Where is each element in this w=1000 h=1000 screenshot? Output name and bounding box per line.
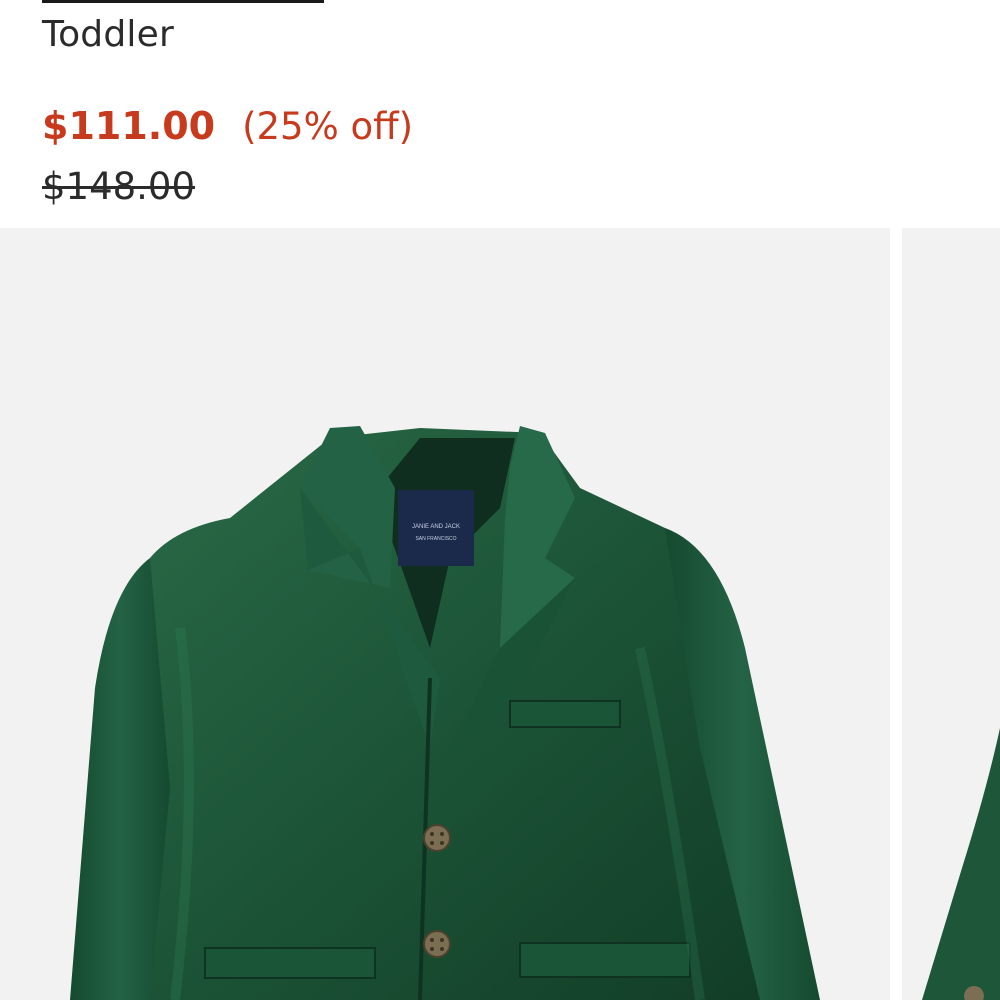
label-brand-text: JANIE AND JACK <box>412 524 460 530</box>
product-image-main[interactable]: JANIE AND JACK SAN FRANCISCO <box>0 228 890 1000</box>
price-row: $111.00 (25% off) <box>42 104 413 148</box>
product-image-gallery[interactable]: JANIE AND JACK SAN FRANCISCO <box>0 228 1000 1000</box>
velvet-blazer-image-partial <box>922 728 1000 1000</box>
selected-tab-underline <box>42 0 324 3</box>
button-icon <box>423 824 451 852</box>
sale-price: $111.00 <box>42 104 216 148</box>
original-price: $148.00 <box>42 165 196 208</box>
discount-percentage: (25% off) <box>242 105 414 148</box>
size-category-label: Toddler <box>42 14 174 55</box>
gallery-gap <box>890 228 902 1000</box>
velvet-blazer-image: JANIE AND JACK SAN FRANCISCO <box>70 426 820 1000</box>
label-city-text: SAN FRANCISCO <box>415 536 456 542</box>
button-icon <box>423 930 451 958</box>
product-image-next[interactable] <box>902 228 1000 1000</box>
